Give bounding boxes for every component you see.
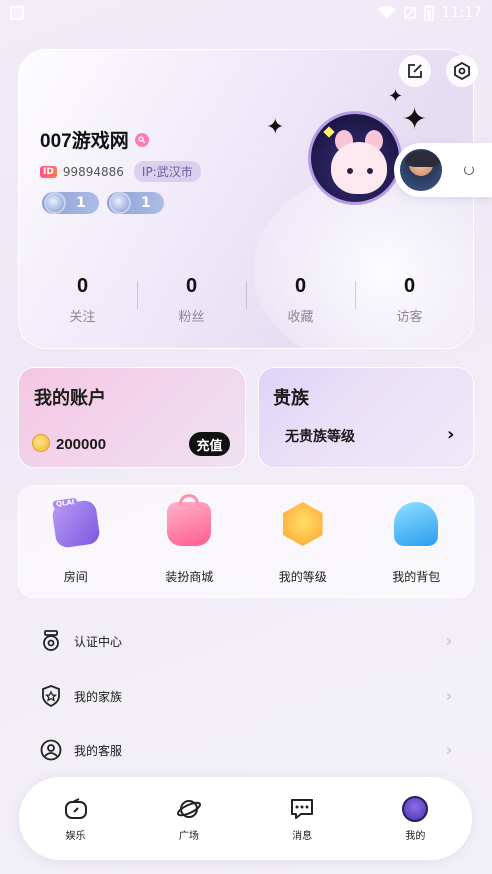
list-label: 我的客服 <box>74 743 123 758</box>
sparkle-icon: ✦ <box>266 115 285 140</box>
chevron-right-icon: › <box>445 741 452 759</box>
grid-item-backpack[interactable]: 我的背包 <box>366 502 466 585</box>
wifi-icon <box>377 6 396 19</box>
settings-button[interactable] <box>446 55 478 87</box>
edit-icon <box>408 64 422 78</box>
room-icon: QLAI <box>50 497 101 549</box>
medal-badge[interactable]: 1 <box>42 192 99 214</box>
medal-value: 1 <box>76 195 86 211</box>
grid-label: 装扮商城 <box>165 570 214 584</box>
list-label: 我的家族 <box>74 689 123 704</box>
nav-square[interactable]: 广场 <box>144 796 234 842</box>
chevron-right-icon: › <box>445 687 452 705</box>
list-label: 认证中心 <box>74 634 123 649</box>
edit-profile-button[interactable] <box>399 55 431 87</box>
notification-icon <box>10 6 24 20</box>
sparkle-icon: ✦ <box>388 86 404 107</box>
nav-label: 娱乐 <box>65 830 86 842</box>
stat-following[interactable]: 0 关注 <box>28 275 137 325</box>
nav-label: 消息 <box>292 830 313 842</box>
username: 007游戏网 <box>40 126 149 153</box>
gem-icon <box>44 192 66 214</box>
stat-label: 关注 <box>69 310 96 325</box>
level-badge-icon <box>282 502 323 546</box>
medal-value: 1 <box>141 195 151 211</box>
sparkle-icon: ✦ <box>402 102 428 137</box>
quick-grid: QLAI 房间 装扮商城 我的等级 我的背包 <box>18 485 474 598</box>
stat-value: 0 <box>403 275 416 297</box>
grid-item-shop[interactable]: 装扮商城 <box>139 494 239 585</box>
backpack-icon <box>394 502 439 546</box>
id-tag: ID <box>40 165 57 178</box>
customer-service-icon <box>40 739 62 761</box>
stat-label: 访客 <box>396 310 423 325</box>
loading-icon <box>464 165 474 175</box>
battery-icon <box>423 5 434 21</box>
grid-item-level[interactable]: 我的等级 <box>253 502 353 585</box>
stat-label: 粉丝 <box>178 310 205 325</box>
list-item-family[interactable]: 我的家族 › <box>40 681 452 711</box>
coin-icon <box>32 434 50 452</box>
stat-value: 0 <box>76 275 89 297</box>
friend-pill[interactable] <box>394 143 492 197</box>
recharge-button[interactable]: 充值 <box>189 432 230 456</box>
me-avatar-icon <box>402 795 429 822</box>
account-title: 我的账户 <box>34 388 106 409</box>
grid-item-room[interactable]: QLAI 房间 <box>26 497 126 585</box>
noble-card[interactable] <box>258 367 474 468</box>
grid-label: 我的背包 <box>392 570 441 584</box>
profile-avatar[interactable] <box>308 111 402 205</box>
nav-messages[interactable]: 消息 <box>257 796 347 842</box>
link-badge-icon <box>134 132 149 147</box>
stat-label: 收藏 <box>287 310 314 325</box>
chevron-right-icon: › <box>445 632 452 650</box>
status-icons: 11:17 <box>377 5 482 21</box>
status-time: 11:17 <box>441 5 482 21</box>
gem-icon <box>109 192 131 214</box>
user-id-row: ID 99894886 IP:武汉市 <box>40 161 201 182</box>
bottom-nav: 娱乐 广场 消息 我的 <box>19 777 472 860</box>
settings-icon <box>454 62 470 80</box>
family-shield-icon <box>40 685 62 707</box>
nav-me[interactable]: 我的 <box>370 795 460 842</box>
user-id[interactable]: 99894886 <box>63 165 124 179</box>
shop-bag-icon <box>167 494 212 546</box>
noble-title: 贵族 <box>273 388 309 409</box>
ip-location: IP:武汉市 <box>133 161 201 182</box>
stat-favorites[interactable]: 0 收藏 <box>246 275 355 325</box>
grid-label: 房间 <box>63 570 88 584</box>
list-item-certification[interactable]: 认证中心 › <box>40 626 452 656</box>
stat-fans[interactable]: 0 粉丝 <box>137 275 246 325</box>
profile-stats: 0 关注 0 粉丝 0 收藏 0 访客 <box>28 275 464 325</box>
nav-entertainment[interactable]: 娱乐 <box>31 796 121 842</box>
medal-badge[interactable]: 1 <box>107 192 164 214</box>
nav-label: 广场 <box>178 830 199 842</box>
coin-balance: 200000 <box>56 436 107 453</box>
chevron-right-icon: › <box>447 424 455 445</box>
certification-icon <box>40 630 62 652</box>
planet-icon <box>176 796 202 822</box>
status-bar: 11:17 <box>0 0 492 28</box>
list-item-customer-service[interactable]: 我的客服 › <box>40 735 452 765</box>
stat-value: 0 <box>185 275 198 297</box>
medals: 1 1 <box>42 192 164 214</box>
noble-level: 无贵族等级 <box>285 429 355 445</box>
entertainment-icon <box>63 796 89 822</box>
stat-value: 0 <box>294 275 307 297</box>
username-text: 007游戏网 <box>40 131 129 152</box>
grid-label: 我的等级 <box>278 570 327 584</box>
stat-visitors[interactable]: 0 访客 <box>355 275 464 325</box>
signal-off-icon <box>403 7 416 19</box>
nav-label: 我的 <box>405 830 426 842</box>
friend-avatar <box>398 147 444 193</box>
room-tag: QLAI <box>52 497 78 509</box>
chat-icon <box>289 796 315 822</box>
